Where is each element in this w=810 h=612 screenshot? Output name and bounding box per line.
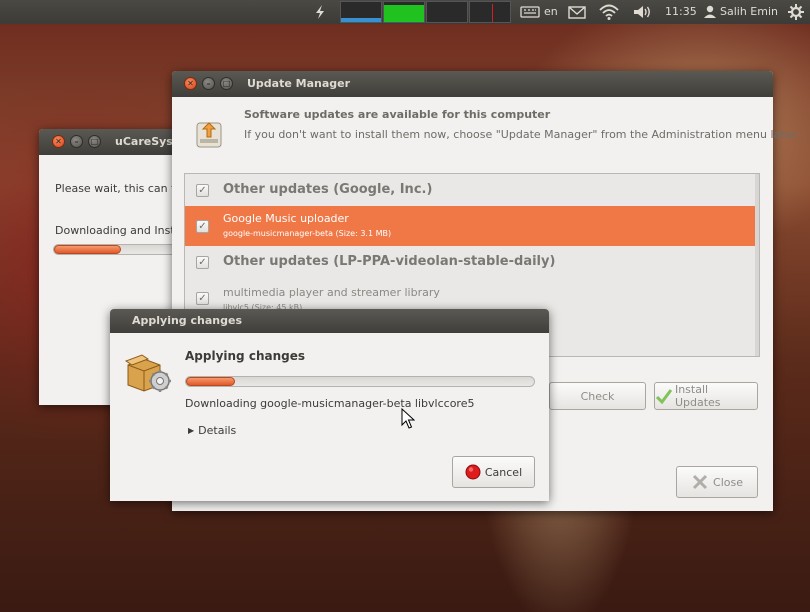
close-label: Close bbox=[713, 475, 743, 489]
group-label: Other updates (LP-PPA-videolan-stable-da… bbox=[223, 254, 556, 269]
item-name: multimedia player and streamer library bbox=[223, 286, 440, 299]
minimize-icon[interactable]: – bbox=[70, 135, 83, 148]
applying-progress-bar bbox=[185, 376, 535, 387]
session-gear-icon[interactable] bbox=[788, 0, 804, 24]
mouse-pointer-icon bbox=[401, 407, 416, 433]
expander-arrow-icon: ▶ bbox=[188, 426, 195, 435]
system-monitor-load[interactable] bbox=[469, 1, 511, 23]
group-row-google[interactable]: ✓ Other updates (Google, Inc.) bbox=[185, 176, 757, 204]
item-checkbox-google-music[interactable]: ✓ bbox=[196, 220, 209, 233]
system-monitor-memory[interactable] bbox=[383, 1, 425, 23]
close-x-icon bbox=[692, 474, 708, 490]
mail-icon[interactable] bbox=[567, 0, 587, 24]
cancel-button[interactable]: Cancel bbox=[452, 456, 535, 488]
checkmark-icon bbox=[655, 389, 673, 405]
system-monitor-network[interactable] bbox=[426, 1, 468, 23]
power-icon[interactable] bbox=[313, 0, 327, 24]
list-scrollbar[interactable] bbox=[755, 174, 759, 356]
updates-subheading: If you don't want to install them now, c… bbox=[244, 128, 799, 141]
applying-progress-fill bbox=[186, 377, 235, 386]
dialog-title: Applying changes bbox=[132, 314, 242, 327]
system-monitor-cpu[interactable] bbox=[340, 1, 382, 23]
wait-text: Please wait, this can ta bbox=[55, 182, 183, 195]
item-detail: google-musicmanager-beta (Size: 3.1 MB) bbox=[223, 229, 392, 238]
update-manager-logo-icon bbox=[189, 113, 229, 156]
check-button[interactable]: Check bbox=[549, 382, 646, 410]
top-panel: en 11:35 Salih Emin bbox=[0, 0, 810, 24]
minimize-icon[interactable]: – bbox=[202, 77, 215, 90]
group-label: Other updates (Google, Inc.) bbox=[223, 182, 433, 197]
details-label: Details bbox=[198, 424, 237, 437]
stop-icon bbox=[465, 464, 481, 480]
update-manager-titlebar[interactable]: ✕ – □ Update Manager bbox=[172, 71, 773, 97]
item-name: Google Music uploader bbox=[223, 212, 349, 225]
wifi-icon[interactable] bbox=[598, 0, 620, 24]
applying-changes-dialog: Applying changes Applying changes Downlo… bbox=[110, 309, 549, 501]
ucaresystem-titlebar[interactable]: ✕ – □ uCareSyste bbox=[39, 129, 189, 155]
group-row-videolan[interactable]: ✓ Other updates (LP-PPA-videolan-stable-… bbox=[185, 248, 757, 276]
maximize-icon[interactable]: □ bbox=[220, 77, 233, 90]
maximize-icon[interactable]: □ bbox=[88, 135, 101, 148]
status-text: Downloading google-musicmanager-beta lib… bbox=[185, 397, 475, 410]
update-item-google-music[interactable]: ✓ Google Music uploader google-musicmana… bbox=[185, 206, 757, 246]
keyboard-icon[interactable] bbox=[520, 0, 540, 24]
group-checkbox-videolan[interactable]: ✓ bbox=[196, 256, 209, 269]
package-gear-icon bbox=[124, 351, 174, 398]
item-checkbox-libvlc[interactable]: ✓ bbox=[196, 292, 209, 305]
close-button[interactable]: Close bbox=[676, 466, 758, 498]
applying-changes-titlebar[interactable]: Applying changes bbox=[110, 309, 549, 333]
cancel-label: Cancel bbox=[484, 465, 523, 479]
clock[interactable]: 11:35 bbox=[665, 0, 697, 24]
downloading-text: Downloading and Instal bbox=[55, 224, 185, 237]
details-expander[interactable]: ▶ Details bbox=[188, 424, 236, 437]
install-updates-button[interactable]: Install Updates bbox=[654, 382, 758, 410]
dialog-heading: Applying changes bbox=[185, 349, 305, 363]
updates-heading: Software updates are available for this … bbox=[244, 108, 551, 121]
ucare-progress-fill bbox=[54, 245, 121, 254]
window-title: Update Manager bbox=[247, 77, 351, 90]
user-icon[interactable] bbox=[703, 0, 717, 24]
keyboard-layout[interactable]: en bbox=[544, 0, 558, 24]
close-icon[interactable]: ✕ bbox=[184, 77, 197, 90]
group-checkbox-google[interactable]: ✓ bbox=[196, 184, 209, 197]
close-icon[interactable]: ✕ bbox=[52, 135, 65, 148]
volume-icon[interactable] bbox=[631, 0, 653, 24]
install-updates-label: Install Updates bbox=[674, 383, 721, 409]
user-name[interactable]: Salih Emin bbox=[720, 0, 778, 24]
